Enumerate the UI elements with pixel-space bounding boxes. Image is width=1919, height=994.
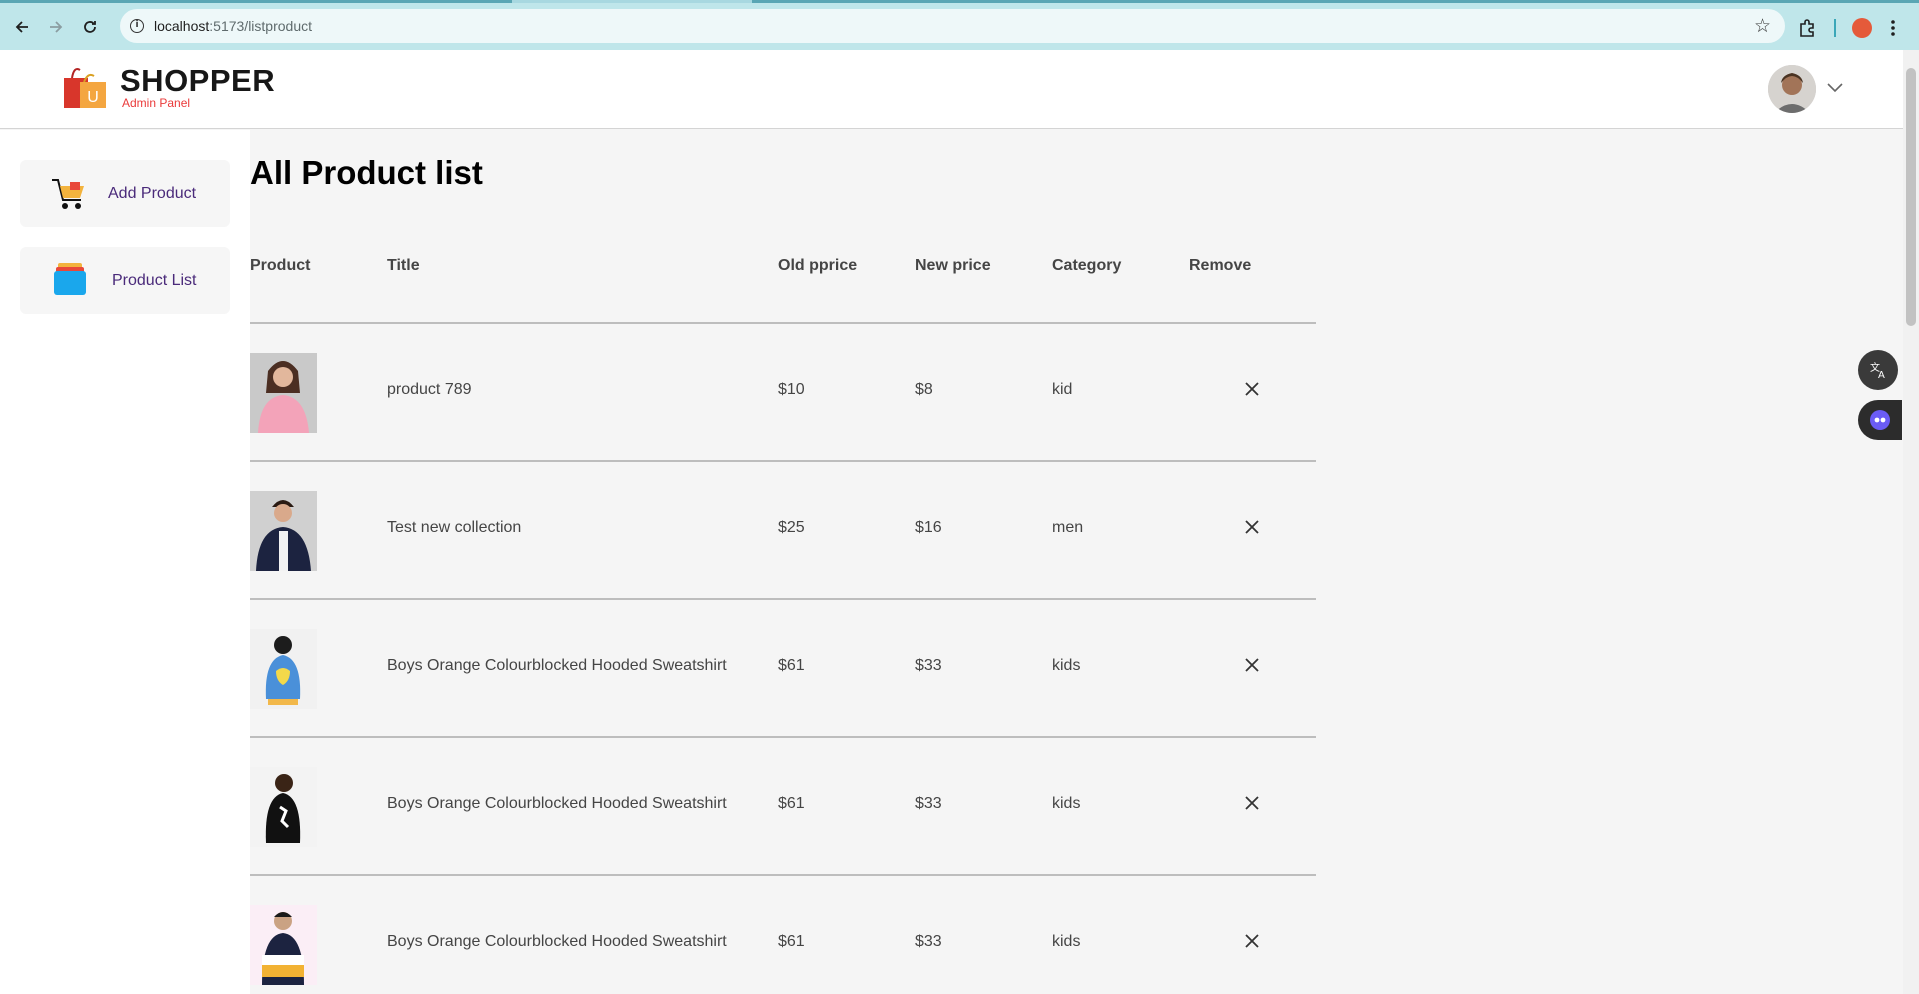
assistant-icon[interactable]	[1858, 400, 1902, 440]
url-text[interactable]: localhost:5173/listproduct	[154, 18, 312, 34]
toolbar-divider	[1834, 13, 1836, 43]
sidebar-item-add-product[interactable]: Add Product	[20, 160, 230, 227]
bookmark-star-icon[interactable]: ☆	[1754, 15, 1771, 37]
old-price: $25	[778, 519, 805, 536]
category: kids	[1052, 933, 1081, 950]
sidebar-item-label: Product List	[112, 271, 197, 289]
product-image	[250, 629, 317, 709]
product-title: Boys Orange Colourblocked Hooded Sweatsh…	[387, 933, 727, 950]
sidebar-item-label: Add Product	[108, 184, 197, 202]
new-price: $33	[915, 657, 942, 674]
column-header-remove: Remove	[1189, 257, 1252, 274]
column-header-category: Category	[1052, 257, 1122, 274]
brand-title: SHOPPER	[120, 63, 276, 98]
main-content: All Product list Product Title Old ppric…	[250, 130, 1903, 994]
extensions-icon[interactable]	[1797, 13, 1817, 43]
product-image	[250, 353, 317, 433]
category: kids	[1052, 657, 1081, 674]
product-title: Boys Orange Colourblocked Hooded Sweatsh…	[387, 795, 727, 812]
remove-icon[interactable]	[1242, 517, 1262, 537]
product-image	[250, 491, 317, 571]
scrollbar[interactable]	[1903, 50, 1919, 994]
category: men	[1052, 519, 1084, 536]
table-row: product 789 $10 $8 kid	[250, 323, 1316, 461]
new-price: $33	[915, 795, 942, 812]
new-price: $8	[915, 381, 933, 398]
brand-logo[interactable]: U SHOPPER Admin Panel	[62, 64, 275, 110]
column-header-old-price: Old pprice	[778, 257, 858, 274]
column-header-product: Product	[250, 257, 311, 274]
category: kids	[1052, 795, 1081, 812]
back-arrow-icon	[15, 20, 28, 33]
table-row: Boys Orange Colourblocked Hooded Sweatsh…	[250, 875, 1316, 994]
product-title: product 789	[387, 381, 472, 398]
column-header-title: Title	[387, 257, 420, 274]
translate-icon[interactable]: 文A	[1858, 350, 1898, 390]
scrollbar-thumb[interactable]	[1906, 68, 1916, 326]
old-price: $10	[778, 381, 805, 398]
url-host: localhost	[154, 18, 210, 34]
browser-toolbar: i localhost:5173/listproduct ☆	[0, 3, 1919, 50]
svg-text:A: A	[1878, 370, 1885, 380]
profile-extension-icon[interactable]	[1852, 13, 1872, 43]
new-price: $16	[915, 519, 942, 536]
address-bar[interactable]: i localhost:5173/listproduct ☆	[120, 9, 1785, 43]
url-path: :5173/listproduct	[209, 18, 312, 34]
cart-icon	[48, 174, 88, 214]
logo-letter: U	[87, 89, 99, 106]
reload-icon	[84, 20, 96, 33]
remove-icon[interactable]	[1242, 793, 1262, 813]
product-title: Boys Orange Colourblocked Hooded Sweatsh…	[387, 657, 727, 674]
table-header: Product Title Old pprice New price Categ…	[250, 257, 1316, 275]
admin-header: U SHOPPER Admin Panel	[0, 50, 1903, 129]
sidebar: Add Product Product List	[0, 130, 250, 994]
table-row: Boys Orange Colourblocked Hooded Sweatsh…	[250, 737, 1316, 875]
page-title: All Product list	[250, 154, 483, 191]
forward-arrow-icon	[50, 20, 63, 33]
product-image	[250, 767, 317, 847]
remove-icon[interactable]	[1242, 655, 1262, 675]
old-price: $61	[778, 795, 805, 812]
old-price: $61	[778, 657, 805, 674]
browser-menu-icon[interactable]	[1890, 13, 1896, 43]
brand-subtitle: Admin Panel	[122, 96, 191, 110]
reload-button[interactable]	[73, 10, 107, 44]
back-button[interactable]	[5, 10, 39, 44]
product-title: Test new collection	[387, 519, 522, 536]
product-list-icon	[52, 261, 92, 301]
shopping-bag-icon: U	[62, 64, 108, 110]
remove-icon[interactable]	[1242, 931, 1262, 951]
product-image	[250, 905, 317, 985]
category: kid	[1052, 381, 1073, 398]
site-info-icon[interactable]: i	[120, 9, 154, 43]
table-row: Test new collection $25 $16 men	[250, 461, 1316, 599]
remove-icon[interactable]	[1242, 379, 1262, 399]
old-price: $61	[778, 933, 805, 950]
column-header-new-price: New price	[915, 257, 991, 274]
chevron-down-icon[interactable]	[1826, 78, 1844, 99]
avatar[interactable]	[1768, 65, 1816, 113]
new-price: $33	[915, 933, 942, 950]
forward-button[interactable]	[39, 10, 73, 44]
sidebar-item-product-list[interactable]: Product List	[20, 247, 230, 314]
table-row: Boys Orange Colourblocked Hooded Sweatsh…	[250, 599, 1316, 737]
